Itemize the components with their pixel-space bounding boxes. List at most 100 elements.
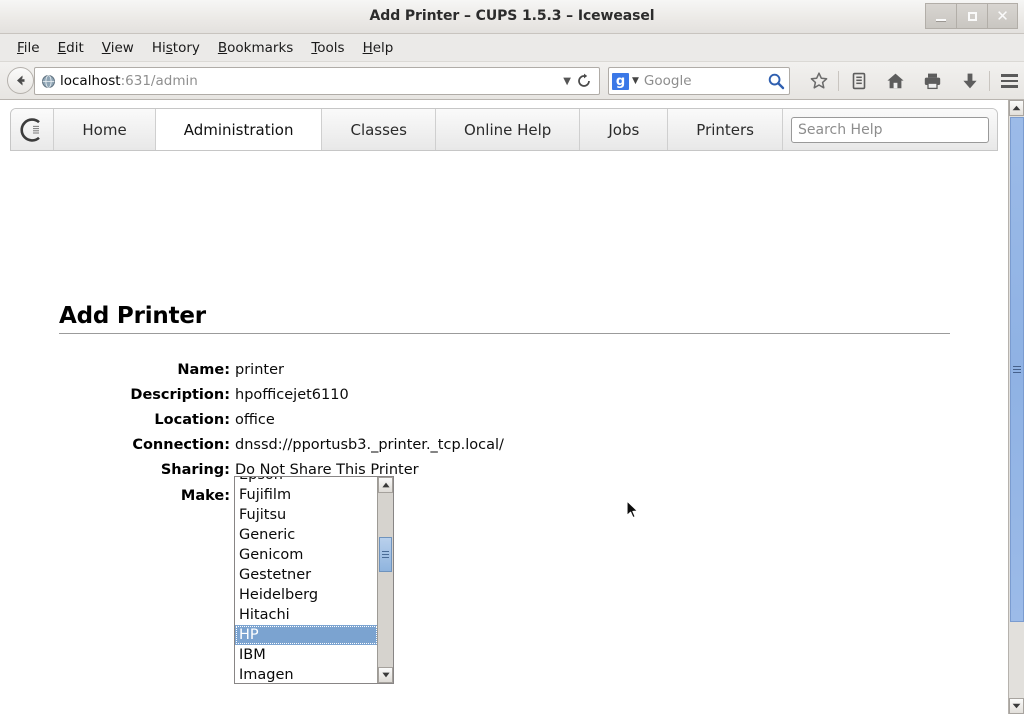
chevron-down-icon bbox=[381, 672, 390, 678]
page-scroll-thumb[interactable] bbox=[1010, 117, 1024, 622]
address-bar[interactable]: localhost:631/admin ▼ bbox=[34, 67, 600, 95]
make-scroll-down-button[interactable] bbox=[378, 667, 393, 683]
label-location: Location: bbox=[154, 412, 230, 428]
cups-tab-administration[interactable]: Administration bbox=[155, 109, 323, 150]
search-help-input[interactable]: Search Help bbox=[791, 116, 989, 143]
page-scroll-down-button[interactable] bbox=[1009, 698, 1024, 714]
toolbar-icons bbox=[800, 67, 1024, 95]
minimize-button[interactable] bbox=[925, 3, 956, 29]
magnifier-icon[interactable] bbox=[767, 72, 785, 90]
library-icon bbox=[852, 72, 865, 90]
value-location: office bbox=[235, 412, 275, 428]
menu-help[interactable]: Help bbox=[354, 38, 403, 58]
field-row-description: Description: hpofficejet6110 bbox=[0, 383, 1008, 408]
cups-tab-printers[interactable]: Printers bbox=[668, 109, 783, 150]
google-icon: g bbox=[612, 72, 629, 90]
maximize-button[interactable] bbox=[956, 3, 987, 29]
back-button[interactable] bbox=[7, 67, 34, 94]
close-button[interactable]: ✕ bbox=[987, 3, 1018, 29]
field-row-connection: Connection: dnssd://pportusb3._printer._… bbox=[0, 433, 1008, 458]
menu-tools[interactable]: Tools bbox=[302, 38, 353, 58]
make-listbox[interactable]: Epson Fujifilm Fujitsu Generic Genicom G… bbox=[234, 476, 394, 684]
cups-tab-classes[interactable]: Classes bbox=[322, 109, 436, 150]
toolbar-separator-2 bbox=[989, 71, 990, 91]
cups-tab-home[interactable]: Home bbox=[54, 109, 156, 150]
make-option-heidelberg[interactable]: Heidelberg bbox=[235, 585, 378, 605]
make-option-fujitsu[interactable]: Fujitsu bbox=[235, 505, 378, 525]
cups-search-wrapper: Search Help bbox=[783, 109, 997, 150]
make-listbox-scrollbar[interactable] bbox=[377, 477, 393, 683]
make-scroll-thumb[interactable] bbox=[379, 537, 392, 572]
page-title: Add Printer bbox=[59, 303, 206, 329]
title-bar: Add Printer – CUPS 1.5.3 – Iceweasel ✕ bbox=[0, 0, 1024, 34]
menu-bar: File Edit View History Bookmarks Tools H… bbox=[0, 34, 1024, 62]
cups-tab-jobs[interactable]: Jobs bbox=[580, 109, 669, 150]
print-icon bbox=[924, 73, 941, 90]
chevron-up-icon bbox=[381, 482, 390, 488]
url-dropdown-caret-icon[interactable]: ▼ bbox=[561, 76, 576, 87]
download-button[interactable] bbox=[951, 67, 988, 95]
page-scrollbar[interactable] bbox=[1008, 100, 1024, 714]
make-option-hp[interactable]: HP bbox=[235, 625, 378, 645]
search-engine-caret-icon[interactable]: ▼ bbox=[629, 76, 644, 86]
field-row-location: Location: office bbox=[0, 408, 1008, 433]
value-connection: dnssd://pportusb3._printer._tcp.local/ bbox=[235, 437, 504, 453]
home-button[interactable] bbox=[877, 67, 914, 95]
library-button[interactable] bbox=[840, 67, 877, 95]
field-row-name: Name: printer bbox=[0, 358, 1008, 383]
make-option-ibm[interactable]: IBM bbox=[235, 645, 378, 665]
label-make: Make: bbox=[180, 488, 230, 504]
cups-tab-online-help[interactable]: Online Help bbox=[435, 109, 581, 150]
make-option-generic[interactable]: Generic bbox=[235, 525, 378, 545]
cups-logo[interactable] bbox=[11, 109, 55, 150]
menu-edit[interactable]: Edit bbox=[49, 38, 93, 58]
url-host: localhost bbox=[60, 73, 121, 89]
url-text: localhost:631/admin bbox=[60, 73, 561, 89]
make-option-list: Epson Fujifilm Fujitsu Generic Genicom G… bbox=[235, 477, 378, 683]
globe-icon bbox=[42, 74, 55, 88]
chevron-down-icon bbox=[1012, 703, 1021, 709]
menu-button[interactable] bbox=[991, 67, 1024, 95]
search-placeholder: Google bbox=[643, 73, 692, 89]
make-option-hitachi[interactable]: Hitachi bbox=[235, 605, 378, 625]
field-row-sharing: Sharing: Do Not Share This Printer bbox=[0, 458, 1008, 483]
make-option-genicom[interactable]: Genicom bbox=[235, 545, 378, 565]
browser-window: Add Printer – CUPS 1.5.3 – Iceweasel ✕ F… bbox=[0, 0, 1024, 714]
star-icon bbox=[810, 72, 827, 89]
label-sharing: Sharing: bbox=[160, 462, 230, 478]
url-path: :631/admin bbox=[120, 73, 198, 89]
cups-logo-icon bbox=[20, 117, 41, 142]
printer-summary-fields: Name: printer Description: hpofficejet61… bbox=[0, 358, 1008, 483]
make-option-imagen[interactable]: Imagen bbox=[235, 665, 378, 683]
chevron-up-icon bbox=[1012, 105, 1021, 111]
toolbar-separator bbox=[838, 71, 839, 91]
navigation-toolbar: localhost:631/admin ▼ g ▼ Google bbox=[0, 62, 1024, 100]
menu-history[interactable]: History bbox=[143, 38, 209, 58]
home-icon bbox=[887, 73, 904, 89]
download-icon bbox=[962, 73, 977, 89]
make-option-fujifilm[interactable]: Fujifilm bbox=[235, 485, 378, 505]
bookmark-star-button[interactable] bbox=[800, 67, 837, 95]
title-divider bbox=[59, 333, 950, 334]
value-description: hpofficejet6110 bbox=[235, 387, 349, 403]
print-button[interactable] bbox=[914, 67, 951, 95]
value-name: printer bbox=[235, 362, 284, 378]
menu-file[interactable]: File bbox=[8, 38, 49, 58]
menu-icon bbox=[1001, 74, 1018, 88]
cups-tab-strip: Home Administration Classes Online Help … bbox=[10, 108, 998, 151]
maximize-icon bbox=[967, 11, 977, 21]
page-scroll-up-button[interactable] bbox=[1009, 100, 1024, 116]
label-description: Description: bbox=[130, 387, 230, 403]
close-icon: ✕ bbox=[996, 6, 1009, 25]
label-name: Name: bbox=[177, 362, 230, 378]
make-option-gestetner[interactable]: Gestetner bbox=[235, 565, 378, 585]
window-title: Add Printer – CUPS 1.5.3 – Iceweasel bbox=[369, 8, 655, 24]
minimize-icon bbox=[936, 19, 946, 21]
make-scroll-up-button[interactable] bbox=[378, 477, 393, 493]
make-option-epson[interactable]: Epson bbox=[235, 477, 378, 485]
grip-icon bbox=[382, 551, 389, 558]
menu-view[interactable]: View bbox=[93, 38, 143, 58]
menu-bookmarks[interactable]: Bookmarks bbox=[209, 38, 302, 58]
reload-icon[interactable] bbox=[576, 73, 592, 89]
browser-search-box[interactable]: g ▼ Google bbox=[608, 67, 790, 95]
